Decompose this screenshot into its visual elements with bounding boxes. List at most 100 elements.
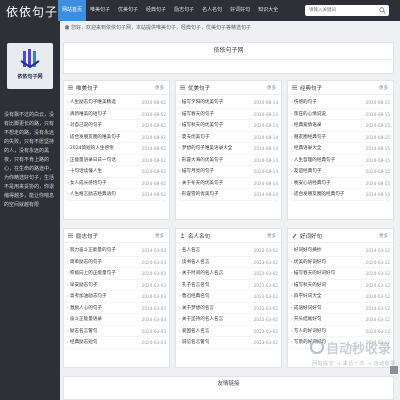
list-item-title[interactable]: 现在的心情说说 — [291, 109, 363, 120]
list-item-title[interactable]: 简单励志的句子 — [67, 257, 139, 268]
list-item-title[interactable]: 励志名言警句 — [67, 326, 139, 337]
list-item[interactable]: 四字好词大全2024-03-12 — [291, 291, 390, 303]
list-item-title[interactable]: 经典励志短句 — [67, 337, 139, 348]
list-item-title[interactable]: 名人名言 — [179, 245, 251, 256]
card-title[interactable]: 优美句子 — [188, 84, 210, 92]
list-item-title[interactable]: 人生励志句子唯美精选 — [67, 97, 139, 108]
card-more-link[interactable]: 更多 — [379, 85, 388, 91]
list-item-title[interactable]: 关于冬天的优美句子 — [179, 178, 251, 189]
nav-item-haoci[interactable]: 好词好句 — [226, 0, 254, 21]
nav-item-youmei[interactable]: 优美句子 — [114, 0, 142, 21]
list-item[interactable]: 描写春天的句子2024-08-14 — [179, 109, 278, 120]
list-item[interactable]: 名人名言2023-03-02 — [179, 245, 278, 257]
list-item[interactable]: 十句话读懂人生2024-08-02 — [67, 166, 166, 178]
list-item[interactable]: 描写春天的好词好句2024-03-12 — [291, 268, 390, 280]
list-item-title[interactable]: 开头结尾好句 — [291, 314, 363, 325]
card-more-link[interactable]: 更多 — [155, 233, 164, 239]
list-item[interactable]: 描写秋天的优美句子2024-08-14 — [179, 120, 278, 132]
site-logo[interactable]: 依依句子网 — [7, 43, 53, 89]
list-item-title[interactable]: 高考加油励志句子 — [67, 291, 139, 302]
list-item-title[interactable]: 2024简短的人生感悟 — [67, 143, 139, 154]
list-item-title[interactable]: 人生格言励志经典语句 — [67, 189, 139, 200]
list-item[interactable]: 励志名言警句2024-03-03 — [67, 326, 166, 337]
list-item-title[interactable]: 伤感的句子 — [291, 97, 363, 108]
list-item[interactable]: 晚安心语经典句子2024-08-15 — [291, 178, 390, 189]
list-item[interactable]: 友谊经典句子2024-08-15 — [291, 166, 390, 178]
list-item[interactable]: 适合发朋友圈的唯美句子2024-08-02 — [67, 132, 166, 143]
list-item-title[interactable]: 描写月亮的句子 — [179, 166, 251, 177]
list-item-title[interactable]: 优美的好词好句 — [291, 257, 363, 268]
list-item[interactable]: 人生励志句子唯美精选2024-08-02 — [67, 97, 166, 109]
list-item[interactable]: 适合发朋友圈的经典句子2024-08-15 — [291, 189, 390, 201]
list-item-title[interactable]: 关于梦想的名言 — [179, 303, 251, 314]
nav-item-mingren[interactable]: 名人名句 — [198, 0, 226, 21]
list-item[interactable]: 描写秋天的好词2024-03-12 — [291, 280, 390, 291]
list-item-title[interactable]: 清新唯美的短句子 — [67, 109, 139, 120]
list-item-title[interactable]: 四字好词大全 — [291, 291, 363, 302]
search-input[interactable] — [305, 5, 375, 16]
list-item[interactable]: 形容雪的优美句子2024-08-14 — [179, 189, 278, 201]
list-item[interactable]: 努力奋斗正能量的句子2024-03-03 — [67, 245, 166, 257]
list-item-title[interactable]: 激励人心的句子 — [67, 303, 139, 314]
list-item-title[interactable]: 写人的好词好句 — [291, 326, 363, 337]
list-item[interactable]: 现在的心情说说2024-08-15 — [291, 109, 390, 120]
list-item[interactable]: 开头结尾好句2024-03-12 — [291, 314, 390, 326]
list-item-title[interactable]: 描写秋天的优美句子 — [179, 120, 251, 131]
list-item-title[interactable]: 爱国名人名言 — [179, 326, 251, 337]
list-item-title[interactable]: 形容大海的优美句子 — [179, 155, 251, 166]
list-item[interactable]: 清新唯美的短句子2024-08-02 — [67, 109, 166, 120]
list-item[interactable]: 形容大海的优美句子2024-08-14 — [179, 155, 278, 166]
back-to-top-icon[interactable] — [390, 366, 398, 374]
card-more-link[interactable]: 更多 — [267, 85, 276, 91]
list-item[interactable]: 高考加油励志句子2024-03-03 — [67, 291, 166, 303]
card-title[interactable]: 励志句子 — [76, 232, 98, 240]
list-item-title[interactable]: 友谊经典句子 — [291, 166, 363, 177]
list-item[interactable]: 孔子名言名句2023-03-02 — [179, 280, 278, 291]
list-item[interactable]: 人生哲理的经典句子2024-08-15 — [291, 155, 390, 166]
list-item[interactable]: 关于坚持的名人名言2023-03-02 — [179, 314, 278, 326]
list-item-title[interactable]: 女人成长感悟句子 — [67, 178, 139, 189]
list-item-title[interactable]: 诚信名言警句 — [179, 337, 251, 348]
nav-item-zhishi[interactable]: 知识大全 — [254, 0, 282, 21]
card-more-link[interactable]: 更多 — [267, 233, 276, 239]
list-item[interactable]: 关于时间的名人名言2023-03-02 — [179, 268, 278, 280]
nav-item-jingdian[interactable]: 经典句子 — [142, 0, 170, 21]
list-item-title[interactable]: 朋友圈经典句子 — [291, 132, 363, 143]
list-item[interactable]: 关于梦想的名言2023-03-02 — [179, 303, 278, 314]
list-item-title[interactable]: 经典爱情语录 — [291, 120, 363, 131]
list-item-title[interactable]: 努力奋斗正能量的句子 — [67, 245, 139, 256]
list-item-title[interactable]: 描写春天的好词好句 — [291, 268, 363, 279]
list-item-title[interactable]: 关于坚持的名人名言 — [179, 314, 251, 325]
list-item[interactable]: 诚信名言警句2023-03-02 — [179, 337, 278, 349]
nav-item-lizhi[interactable]: 励志句子 — [170, 0, 198, 21]
list-item[interactable]: 描写夕阳的优美句子2024-08-14 — [179, 97, 278, 109]
card-title[interactable]: 好词好句 — [300, 232, 322, 240]
card-title[interactable]: 经典句子 — [300, 84, 322, 92]
search-icon[interactable] — [379, 7, 386, 14]
list-item-title[interactable]: 形容雪的优美句子 — [179, 189, 251, 200]
list-item-title[interactable]: 描写秋天的好词 — [291, 280, 363, 291]
card-more-link[interactable]: 更多 — [379, 233, 388, 239]
list-item-title[interactable]: 描写春天的句子 — [179, 109, 251, 120]
list-item-title[interactable]: 适合发朋友圈的经典句子 — [291, 189, 363, 200]
list-item[interactable]: 激励人心的句子2024-03-03 — [67, 303, 166, 314]
list-item[interactable]: 经典励志短句2024-03-03 — [67, 337, 166, 349]
nav-item-home[interactable]: 网站首页 — [58, 0, 87, 21]
list-item[interactable]: 正能量语录日日一句话2024-08-02 — [67, 155, 166, 166]
list-item-title[interactable]: 鲁迅经典名句 — [179, 291, 251, 302]
list-item[interactable]: 奋斗正能量语录2024-03-03 — [67, 314, 166, 326]
list-item-title[interactable]: 奋斗正能量语录 — [67, 314, 139, 325]
list-item[interactable]: 伤感的句子2024-08-15 — [291, 97, 390, 109]
list-item-title[interactable]: 夏天优美句子 — [179, 132, 251, 143]
list-item-title[interactable]: 经典语录大全 — [291, 143, 363, 154]
list-item[interactable]: 鲁迅经典名句2023-03-02 — [179, 291, 278, 303]
list-item[interactable]: 成语好词好句2024-03-12 — [291, 303, 390, 314]
list-item[interactable]: 积极向上的正能量句子2024-03-03 — [67, 268, 166, 280]
list-item[interactable]: 关于冬天的优美句子2024-08-14 — [179, 178, 278, 189]
list-item[interactable]: 女人成长感悟句子2024-08-02 — [67, 178, 166, 189]
list-item[interactable]: 对自己说的句子2024-08-02 — [67, 120, 166, 132]
list-item-title[interactable]: 人生哲理的经典句子 — [291, 155, 363, 166]
list-item-title[interactable]: 积极向上的正能量句子 — [67, 268, 139, 279]
list-item-title[interactable]: 十句话读懂人生 — [67, 166, 139, 177]
nav-item-weimei[interactable]: 唯美句子 — [86, 0, 114, 21]
